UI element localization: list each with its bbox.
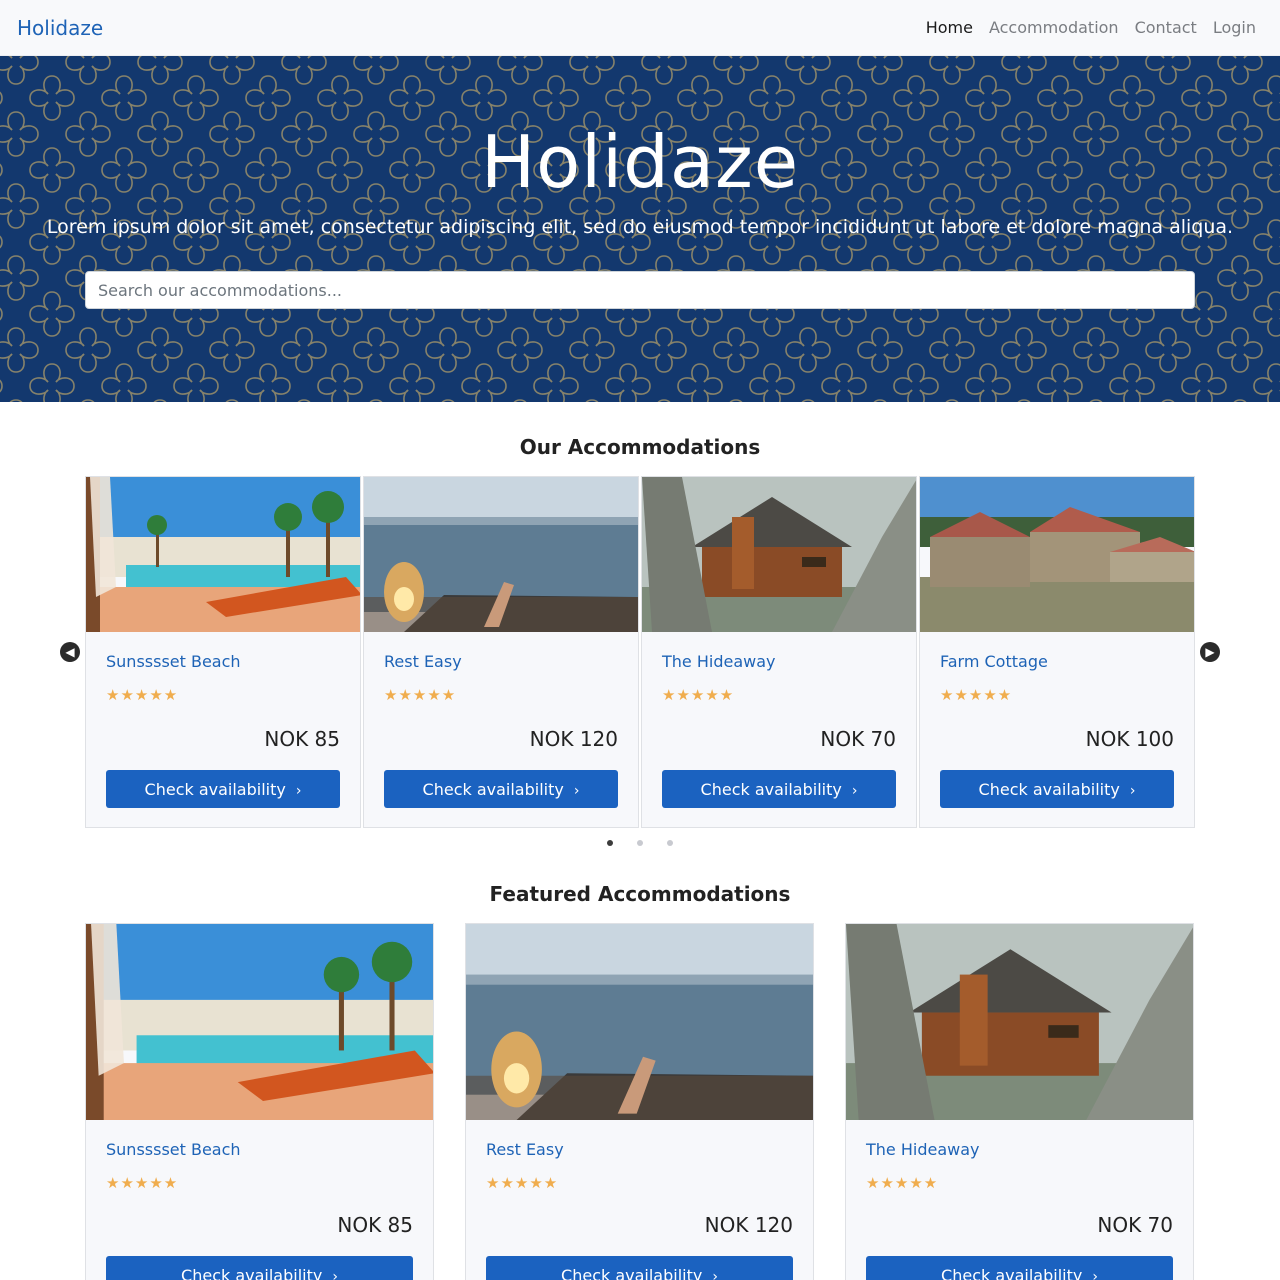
card-price: NOK 70: [820, 727, 896, 751]
nav-login[interactable]: Login: [1213, 18, 1256, 37]
lake-relax-image: [364, 477, 638, 632]
check-availability-button[interactable]: Check availability ›: [866, 1256, 1173, 1280]
check-availability-button[interactable]: Check availability ›: [662, 770, 896, 808]
star-rating: ★★★★★: [866, 1174, 939, 1192]
beach-resort-image: [86, 924, 433, 1120]
accommodation-card: Sunsssset Beach ★★★★★ NOK 85 Check avail…: [85, 476, 361, 828]
card-title[interactable]: Farm Cottage: [940, 652, 1174, 672]
farm-cottage-image: [920, 477, 1194, 632]
button-label: Check availability: [561, 1265, 703, 1280]
featured-grid: Sunsssset Beach ★★★★★ NOK 85 Check avail…: [85, 923, 1195, 1280]
hero-title: Holidaze: [480, 120, 800, 204]
accommodations-carousel: Sunsssset Beach ★★★★★ NOK 85 Check avail…: [60, 476, 1220, 828]
star-rating: ★★★★★: [106, 1174, 179, 1192]
brand-link[interactable]: Holidaze: [17, 16, 103, 40]
card-title[interactable]: Rest Easy: [384, 652, 618, 672]
card-title[interactable]: The Hideaway: [662, 652, 896, 672]
section-title-accommodations: Our Accommodations: [519, 435, 761, 459]
carousel-dot[interactable]: [667, 840, 673, 846]
wooden-cabin-image: [846, 924, 1193, 1120]
carousel-dot[interactable]: [637, 840, 643, 846]
star-rating: ★★★★★: [940, 686, 1013, 704]
chevron-right-icon: ›: [1129, 782, 1136, 799]
check-availability-button[interactable]: Check availability ›: [106, 1256, 413, 1280]
nav-home[interactable]: Home: [926, 18, 973, 37]
accommodation-card: Farm Cottage ★★★★★ NOK 100 Check availab…: [919, 476, 1195, 828]
accommodation-card: The Hideaway ★★★★★ NOK 70 Check availabi…: [641, 476, 917, 828]
button-label: Check availability: [941, 1265, 1083, 1280]
chevron-right-icon: ›: [851, 782, 858, 799]
nav-contact[interactable]: Contact: [1135, 18, 1197, 37]
lake-relax-image: [466, 924, 813, 1120]
button-label: Check availability: [144, 779, 286, 799]
check-availability-button[interactable]: Check availability ›: [384, 770, 618, 808]
nav-links: Home Accommodation Contact Login: [926, 18, 1263, 37]
button-label: Check availability: [700, 779, 842, 799]
card-title[interactable]: Rest Easy: [486, 1140, 793, 1160]
star-rating: ★★★★★: [106, 686, 179, 704]
accommodation-card: Rest Easy ★★★★★ NOK 120 Check availabili…: [363, 476, 639, 828]
star-rating: ★★★★★: [486, 1174, 559, 1192]
card-title[interactable]: Sunsssset Beach: [106, 1140, 413, 1160]
featured-card: Sunsssset Beach ★★★★★ NOK 85 Check avail…: [85, 923, 434, 1280]
button-label: Check availability: [422, 779, 564, 799]
card-title[interactable]: The Hideaway: [866, 1140, 1173, 1160]
button-label: Check availability: [978, 779, 1120, 799]
section-title-featured: Featured Accommodations: [489, 882, 791, 906]
star-rating: ★★★★★: [384, 686, 457, 704]
check-availability-button[interactable]: Check availability ›: [106, 770, 340, 808]
card-price: NOK 85: [337, 1213, 413, 1237]
featured-card: Rest Easy ★★★★★ NOK 120 Check availabili…: [465, 923, 814, 1280]
card-price: NOK 100: [1085, 727, 1174, 751]
card-price: NOK 70: [1097, 1213, 1173, 1237]
carousel-next-arrow-icon[interactable]: ▶: [1200, 642, 1220, 662]
nav-accommodation[interactable]: Accommodation: [989, 18, 1119, 37]
chevron-right-icon: ›: [332, 1268, 338, 1280]
card-price: NOK 85: [264, 727, 340, 751]
card-price: NOK 120: [529, 727, 618, 751]
search-input[interactable]: [85, 271, 1195, 309]
carousel-dot[interactable]: [607, 840, 613, 846]
beach-resort-image: [86, 477, 360, 632]
check-availability-button[interactable]: Check availability ›: [486, 1256, 793, 1280]
button-label: Check availability: [181, 1265, 323, 1280]
hero-subtitle: Lorem ipsum dolor sit amet, consectetur …: [46, 216, 1234, 238]
carousel-dots: [0, 840, 1280, 846]
carousel-prev-arrow-icon[interactable]: ◀: [60, 642, 80, 662]
chevron-right-icon: ›: [295, 782, 302, 799]
carousel-track: Sunsssset Beach ★★★★★ NOK 85 Check avail…: [85, 476, 1195, 828]
featured-card: The Hideaway ★★★★★ NOK 70 Check availabi…: [845, 923, 1194, 1280]
card-price: NOK 120: [704, 1213, 793, 1237]
check-availability-button[interactable]: Check availability ›: [940, 770, 1174, 808]
card-title[interactable]: Sunsssset Beach: [106, 652, 340, 672]
chevron-right-icon: ›: [712, 1268, 718, 1280]
navbar: Holidaze Home Accommodation Contact Logi…: [0, 0, 1280, 56]
chevron-right-icon: ›: [1092, 1268, 1098, 1280]
star-rating: ★★★★★: [662, 686, 735, 704]
hero-banner: Holidaze Lorem ipsum dolor sit amet, con…: [0, 56, 1280, 402]
chevron-right-icon: ›: [573, 782, 580, 799]
wooden-cabin-image: [642, 477, 916, 632]
